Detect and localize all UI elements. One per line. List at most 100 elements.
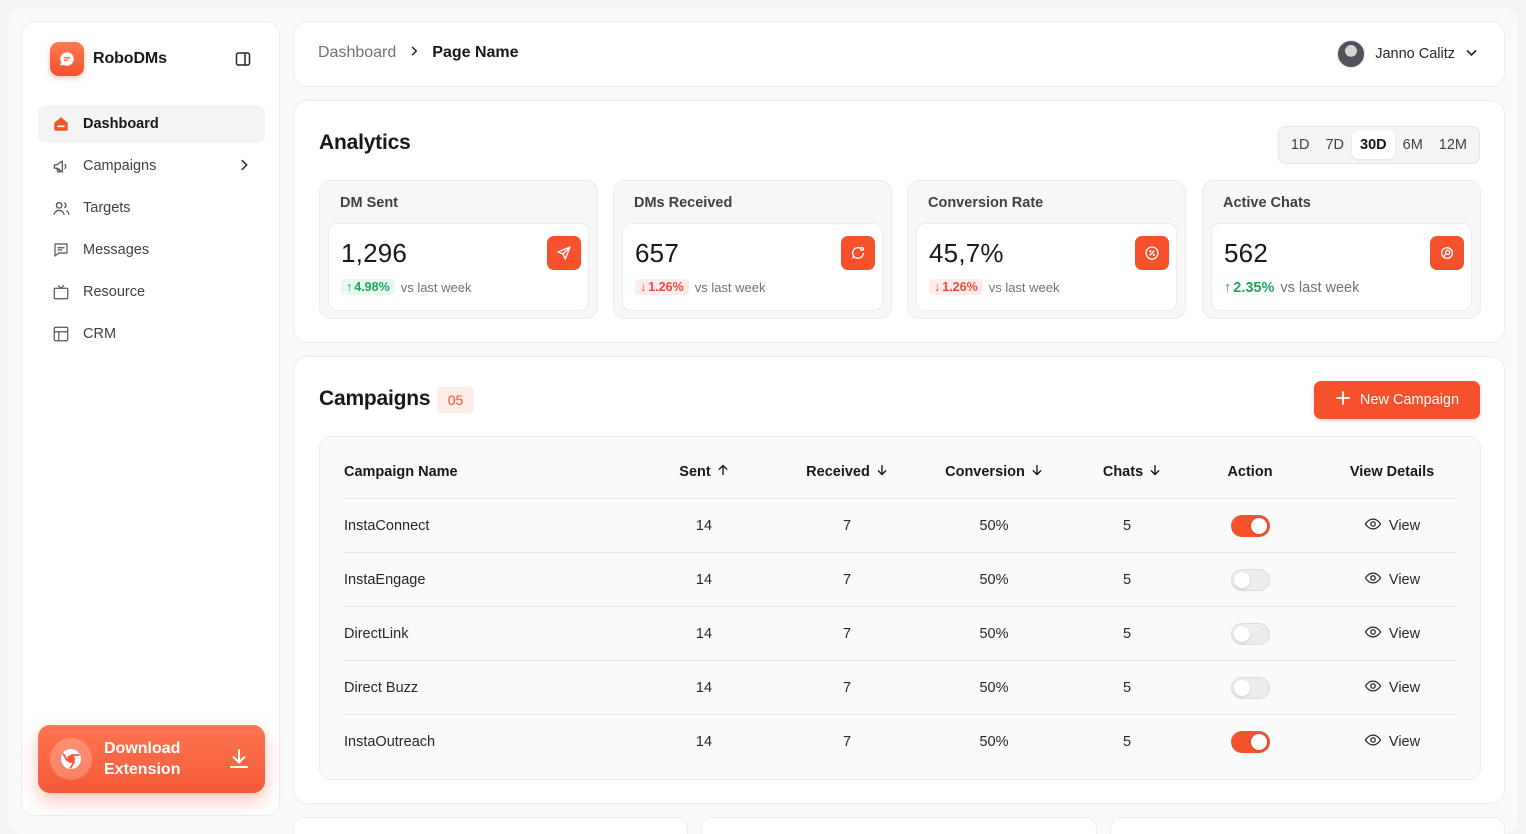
chats-value: 5 bbox=[1122, 571, 1132, 588]
stat-trend: ↑ 2.35% vs last week bbox=[1224, 279, 1359, 297]
arrow-down-icon: ↓ bbox=[934, 280, 941, 294]
breadcrumb-dashboard[interactable]: Dashboard bbox=[318, 44, 396, 62]
sidebar-item-targets[interactable]: Targets bbox=[38, 189, 265, 227]
conversion-value: 50% bbox=[979, 517, 1009, 534]
column-label: Sent bbox=[679, 463, 711, 480]
eye-icon bbox=[1364, 515, 1382, 537]
column-label: Action bbox=[1227, 463, 1273, 480]
chevron-right-icon[interactable] bbox=[237, 158, 251, 176]
view-link[interactable]: View bbox=[1334, 607, 1450, 660]
sidebar: RoboDMs Dashboard Campaigns Targets Mess… bbox=[21, 21, 280, 816]
stat-card-dm-sent: DM Sent 1,296 ↑ 4.98% vs last week bbox=[319, 180, 598, 319]
stat-trend: ↓ 1.26% vs last week bbox=[929, 279, 1060, 295]
sent-value: 14 bbox=[695, 679, 713, 696]
action-cell bbox=[1200, 553, 1300, 606]
trend-badge: ↓ 1.26% bbox=[635, 279, 689, 295]
sidebar-toggle-icon[interactable] bbox=[233, 49, 253, 69]
stat-trend: ↑ 4.98% vs last week bbox=[341, 279, 472, 295]
received-value: 7 bbox=[842, 679, 852, 696]
home-icon bbox=[51, 114, 71, 134]
view-link[interactable]: View bbox=[1334, 661, 1450, 714]
range-6m[interactable]: 6M bbox=[1395, 131, 1431, 159]
column-received[interactable]: Received bbox=[777, 445, 917, 498]
sidebar-item-messages[interactable]: Messages bbox=[38, 231, 265, 269]
campaign-toggle[interactable] bbox=[1230, 622, 1270, 645]
campaign-name: InstaOutreach bbox=[344, 734, 436, 750]
received-value: 7 bbox=[842, 571, 852, 588]
stat-body: 45,7% ↓ 1.26% vs last week bbox=[916, 223, 1177, 311]
sidebar-item-campaigns[interactable]: Campaigns bbox=[38, 147, 265, 185]
conversion-value: 50% bbox=[979, 734, 1009, 750]
stat-body: 1,296 ↑ 4.98% vs last week bbox=[328, 223, 589, 311]
eye-icon bbox=[1364, 569, 1382, 591]
sidebar-item-resource[interactable]: Resource bbox=[38, 273, 265, 311]
bottom-card bbox=[1110, 817, 1505, 834]
sidebar-item-label: Campaigns bbox=[83, 158, 157, 174]
bottom-card bbox=[701, 817, 1097, 834]
new-campaign-label: New Campaign bbox=[1359, 392, 1460, 408]
avatar bbox=[1337, 40, 1366, 68]
view-label: View bbox=[1388, 625, 1421, 642]
view-label: View bbox=[1388, 517, 1421, 534]
chat-search-icon bbox=[1430, 236, 1464, 270]
send-icon bbox=[547, 236, 581, 270]
received-value: 7 bbox=[842, 734, 852, 750]
layout-icon bbox=[51, 324, 71, 344]
sent-value: 14 bbox=[695, 734, 713, 750]
message-icon bbox=[51, 240, 71, 260]
toggle-knob bbox=[1233, 571, 1250, 588]
range-7d[interactable]: 7D bbox=[1317, 131, 1352, 159]
range-30d[interactable]: 30D bbox=[1352, 131, 1395, 159]
action-cell bbox=[1200, 499, 1300, 552]
column-action: Action bbox=[1200, 445, 1300, 498]
trend-suffix: vs last week bbox=[694, 279, 766, 295]
view-label: View bbox=[1388, 734, 1421, 750]
chrome-icon bbox=[50, 738, 92, 780]
stat-value: 1,296 bbox=[341, 238, 408, 268]
campaign-name: DirectLink bbox=[344, 625, 409, 642]
analytics-panel: Analytics 1D 7D 30D 6M 12M DM Sent 1,296… bbox=[293, 100, 1505, 343]
sidebar-item-label: Targets bbox=[83, 200, 131, 216]
brand[interactable]: RoboDMs bbox=[50, 42, 167, 76]
stat-label: DM Sent bbox=[340, 195, 398, 211]
column-campaign-name: Campaign Name bbox=[344, 445, 458, 498]
received-value: 7 bbox=[842, 517, 852, 534]
stat-value: 562 bbox=[1224, 238, 1268, 268]
column-label: Chats bbox=[1102, 463, 1144, 480]
arrow-up-icon: ↑ bbox=[1224, 280, 1232, 296]
chats-value: 5 bbox=[1122, 734, 1132, 750]
column-conversion[interactable]: Conversion bbox=[914, 445, 1074, 498]
new-campaign-button[interactable]: New Campaign bbox=[1314, 381, 1480, 419]
table-row: DirectLink 14 7 50% 5 View bbox=[344, 607, 1456, 661]
action-cell bbox=[1200, 661, 1300, 714]
table-row: InstaConnect 14 7 50% 5 View bbox=[344, 499, 1456, 553]
stat-value: 657 bbox=[635, 238, 679, 268]
sidebar-item-dashboard[interactable]: Dashboard bbox=[38, 105, 265, 143]
arrow-up-icon: ↑ bbox=[346, 280, 353, 294]
column-chats[interactable]: Chats bbox=[1062, 445, 1202, 498]
campaigns-title: Campaigns bbox=[319, 387, 431, 410]
campaign-toggle[interactable] bbox=[1230, 676, 1270, 699]
campaign-toggle[interactable] bbox=[1230, 731, 1270, 753]
range-1d[interactable]: 1D bbox=[1283, 131, 1318, 159]
campaigns-panel: Campaigns 05 New Campaign Campaign Name … bbox=[293, 356, 1505, 804]
trend-badge: ↑ 4.98% bbox=[341, 279, 395, 295]
chats-value: 5 bbox=[1122, 679, 1132, 696]
campaign-toggle[interactable] bbox=[1230, 514, 1270, 537]
user-menu[interactable]: Janno Calitz bbox=[1337, 40, 1478, 68]
campaign-toggle[interactable] bbox=[1230, 568, 1270, 591]
download-extension-button[interactable]: Download Extension bbox=[38, 725, 265, 793]
view-link[interactable]: View bbox=[1334, 715, 1450, 769]
trend-value: 1.26% bbox=[942, 280, 978, 294]
topbar: Dashboard Page Name Janno Calitz bbox=[293, 21, 1505, 87]
sidebar-item-label: Messages bbox=[83, 242, 150, 258]
view-link[interactable]: View bbox=[1334, 553, 1450, 606]
percent-icon bbox=[1135, 236, 1169, 270]
column-sent[interactable]: Sent bbox=[634, 445, 774, 498]
conversion-value: 50% bbox=[979, 679, 1009, 696]
range-12m[interactable]: 12M bbox=[1431, 131, 1475, 159]
sidebar-item-label: CRM bbox=[83, 326, 117, 342]
sidebar-item-crm[interactable]: CRM bbox=[38, 315, 265, 353]
view-link[interactable]: View bbox=[1334, 499, 1450, 552]
campaign-count-badge: 05 bbox=[437, 387, 474, 413]
